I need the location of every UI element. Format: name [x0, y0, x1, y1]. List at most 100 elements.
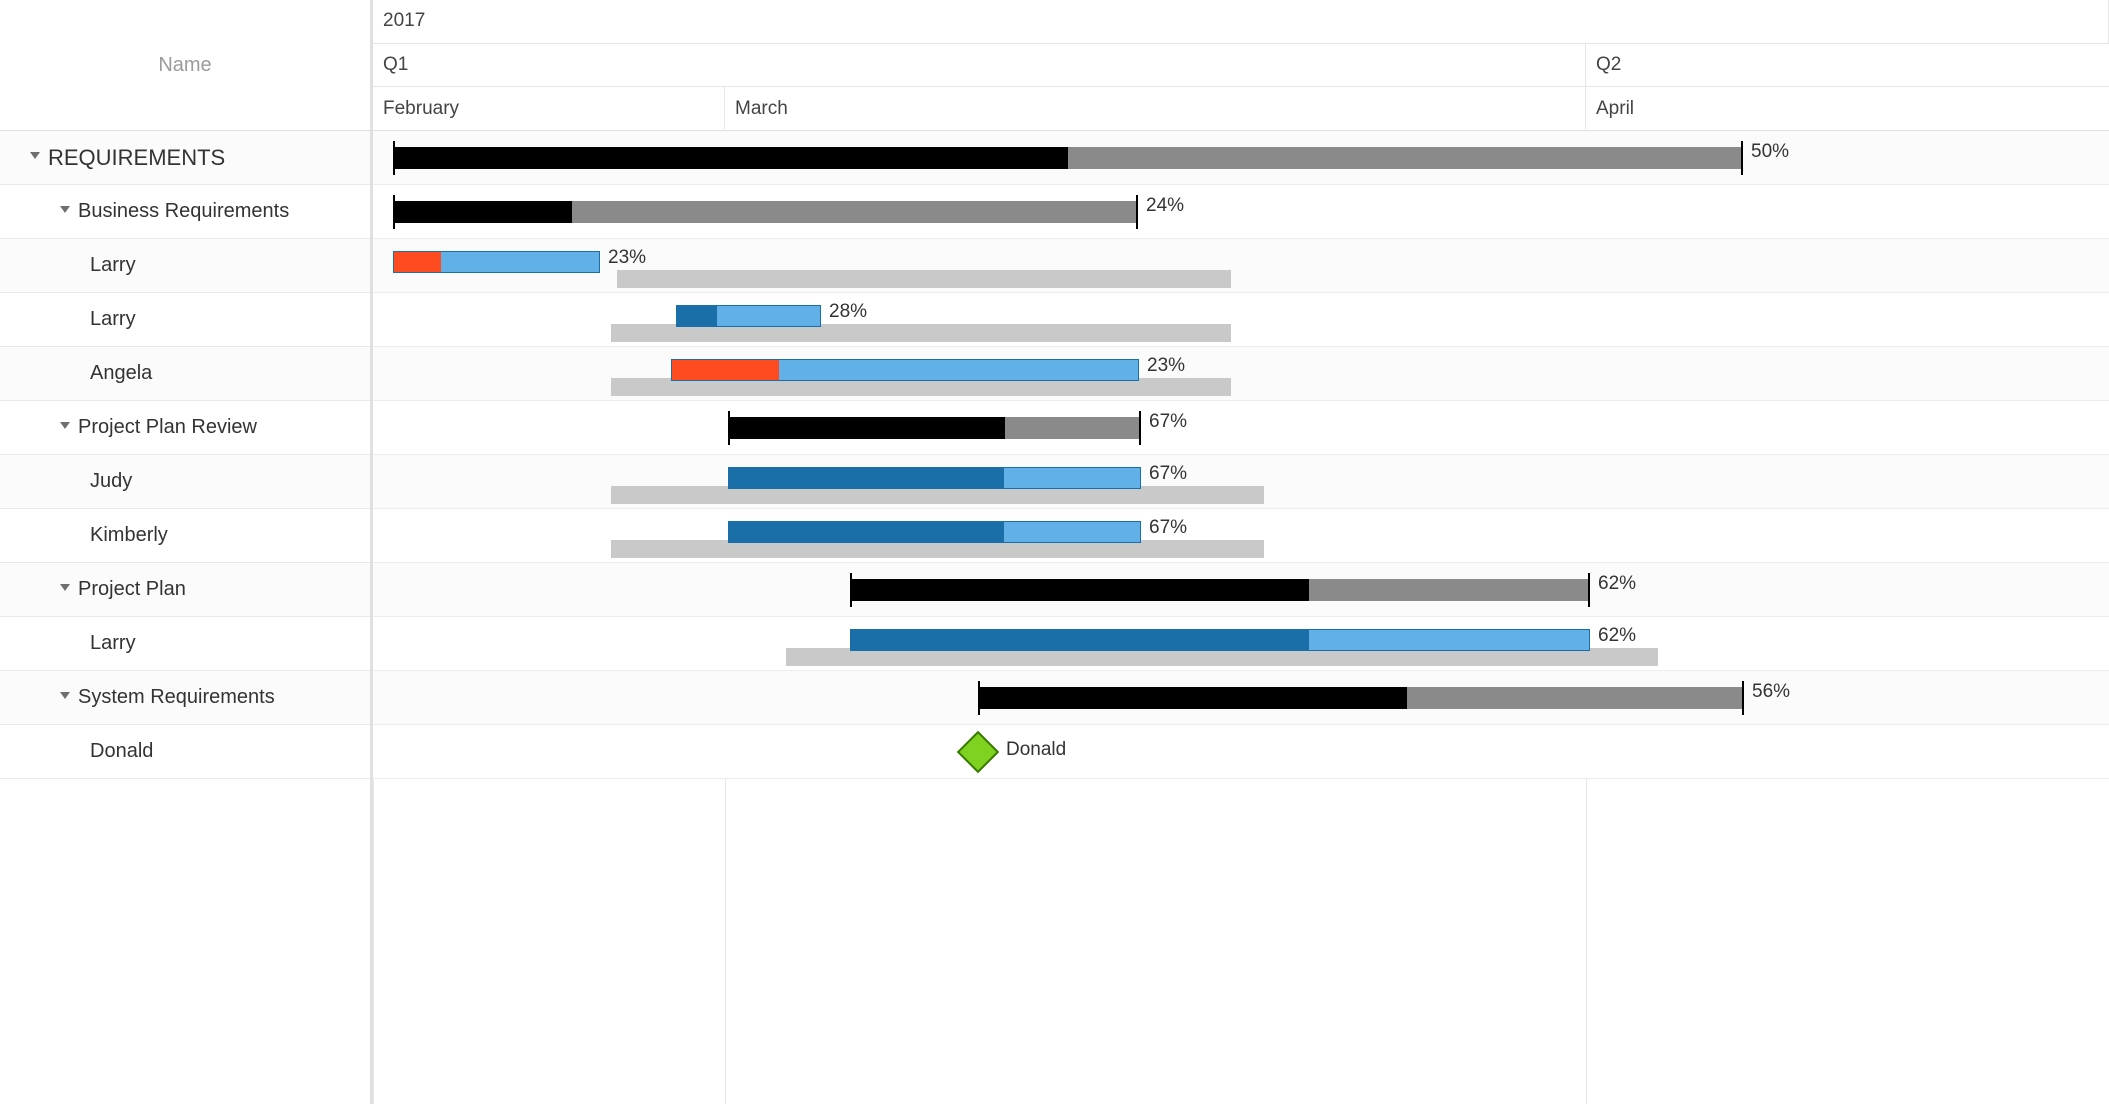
- task-name-label: Business Requirements: [78, 200, 289, 223]
- gantt-row: Donald: [373, 725, 2109, 779]
- expand-toggle-icon[interactable]: [60, 422, 70, 432]
- task-bar[interactable]: [850, 629, 1590, 651]
- timeline-year-cell[interactable]: 2017: [373, 0, 2109, 43]
- gantt-row: 50%: [373, 131, 2109, 185]
- task-row[interactable]: Angela: [0, 347, 370, 401]
- summary-start-tick: [393, 141, 395, 175]
- task-progress: [394, 252, 441, 272]
- task-name-label: Judy: [90, 470, 132, 493]
- expand-toggle-icon[interactable]: [60, 206, 70, 216]
- gantt-row: 62%: [373, 617, 2109, 671]
- timeline-panel: 2017 Q1 Q2 February March April 50% 24% 23% 28…: [372, 0, 2109, 1104]
- progress-label: 62%: [1598, 573, 1636, 595]
- timeline-month-cell[interactable]: April: [1586, 87, 2109, 131]
- progress-label: 62%: [1598, 625, 1636, 647]
- task-name-label: Larry: [90, 308, 136, 331]
- column-header-name[interactable]: Name: [0, 0, 370, 131]
- summary-start-tick: [978, 681, 980, 715]
- summary-bar[interactable]: [393, 201, 1138, 223]
- task-name-label: REQUIREMENTS: [48, 145, 225, 171]
- timeline-month-cell[interactable]: February: [373, 87, 725, 131]
- column-header-label: Name: [158, 54, 211, 77]
- gantt-row: 67%: [373, 509, 2109, 563]
- timeline-quarter-label: Q2: [1596, 54, 1621, 76]
- task-name-label: Larry: [90, 254, 136, 277]
- task-row[interactable]: Business Requirements: [0, 185, 370, 239]
- timeline-month-label: April: [1596, 98, 1634, 120]
- diamond-icon: [957, 731, 999, 773]
- summary-bar[interactable]: [978, 687, 1744, 709]
- progress-label: 28%: [829, 301, 867, 323]
- task-row[interactable]: Kimberly: [0, 509, 370, 563]
- progress-label: 56%: [1752, 681, 1790, 703]
- task-bar[interactable]: [676, 305, 821, 327]
- task-progress: [729, 468, 1004, 488]
- task-name-label: Angela: [90, 362, 152, 385]
- gantt-row: 23%: [373, 239, 2109, 293]
- task-progress: [677, 306, 717, 326]
- timeline-year-label: 2017: [383, 10, 425, 32]
- task-row[interactable]: Judy: [0, 455, 370, 509]
- task-name-label: Donald: [90, 740, 153, 763]
- summary-start-tick: [393, 195, 395, 229]
- task-list-rows: REQUIREMENTS Business Requirements Larry La…: [0, 131, 370, 779]
- gantt-row: 23%: [373, 347, 2109, 401]
- gantt-row: 24%: [373, 185, 2109, 239]
- progress-label: 23%: [608, 247, 646, 269]
- task-name-label: Project Plan: [78, 578, 186, 601]
- progress-label: 67%: [1149, 463, 1187, 485]
- expand-toggle-icon[interactable]: [30, 152, 40, 162]
- task-bar[interactable]: [728, 467, 1141, 489]
- progress-label: 67%: [1149, 517, 1187, 539]
- progress-label: 67%: [1149, 411, 1187, 433]
- expand-toggle-icon[interactable]: [60, 584, 70, 594]
- expand-toggle-icon[interactable]: [60, 692, 70, 702]
- summary-bar[interactable]: [393, 147, 1743, 169]
- task-row[interactable]: Larry: [0, 293, 370, 347]
- summary-bar[interactable]: [728, 417, 1141, 439]
- gantt-row: 62%: [373, 563, 2109, 617]
- timeline-month-label: February: [383, 98, 459, 120]
- task-bar[interactable]: [728, 521, 1141, 543]
- gantt-rows: 50% 24% 23% 28% 23% 67% 67% 67% 62% 62% 56% Donald: [373, 131, 2109, 779]
- summary-progress: [850, 579, 1309, 601]
- summary-progress: [728, 417, 1005, 439]
- summary-start-tick: [850, 573, 852, 607]
- task-row[interactable]: REQUIREMENTS: [0, 131, 370, 185]
- summary-end-tick: [1136, 195, 1138, 229]
- task-list-panel: Name REQUIREMENTS Business Requirements La…: [0, 0, 372, 1104]
- task-bar[interactable]: [393, 251, 600, 273]
- task-row[interactable]: Donald: [0, 725, 370, 779]
- timeline-month-label: March: [735, 98, 788, 120]
- task-name-label: Project Plan Review: [78, 416, 257, 439]
- task-row[interactable]: Larry: [0, 239, 370, 293]
- timeline-year-row: 2017: [373, 0, 2109, 44]
- summary-end-tick: [1742, 681, 1744, 715]
- summary-end-tick: [1588, 573, 1590, 607]
- summary-bar[interactable]: [850, 579, 1590, 601]
- task-progress: [672, 360, 779, 380]
- timeline-month-row: February March April: [373, 87, 2109, 131]
- summary-progress: [978, 687, 1407, 709]
- progress-label: 50%: [1751, 141, 1789, 163]
- summary-start-tick: [728, 411, 730, 445]
- summary-end-tick: [1139, 411, 1141, 445]
- milestone-marker[interactable]: [963, 737, 993, 767]
- task-row[interactable]: System Requirements: [0, 671, 370, 725]
- timeline-quarter-cell[interactable]: Q1: [373, 44, 1586, 87]
- summary-end-tick: [1741, 141, 1743, 175]
- task-row[interactable]: Project Plan: [0, 563, 370, 617]
- timeline-month-cell[interactable]: March: [725, 87, 1586, 131]
- summary-progress: [393, 201, 572, 223]
- task-name-label: Kimberly: [90, 524, 168, 547]
- task-bar[interactable]: [671, 359, 1139, 381]
- progress-label: 23%: [1147, 355, 1185, 377]
- task-row[interactable]: Larry: [0, 617, 370, 671]
- task-row[interactable]: Project Plan Review: [0, 401, 370, 455]
- task-progress: [851, 630, 1309, 650]
- gantt-row: 67%: [373, 401, 2109, 455]
- timeline-header: 2017 Q1 Q2 February March April: [373, 0, 2109, 131]
- timeline-quarter-cell[interactable]: Q2: [1586, 44, 2109, 87]
- gantt-chart: Name REQUIREMENTS Business Requirements La…: [0, 0, 2109, 1104]
- task-progress: [729, 522, 1004, 542]
